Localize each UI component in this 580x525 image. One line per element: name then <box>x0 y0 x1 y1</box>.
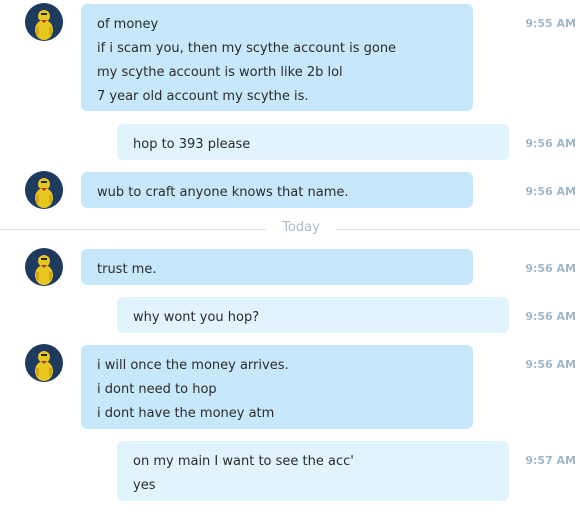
message-timestamp: 9:56 AM <box>525 262 576 275</box>
message-timestamp: 9:55 AM <box>525 17 576 30</box>
message-line: if i scam you, then my scythe account is… <box>97 41 397 56</box>
message-line: of money <box>97 17 159 32</box>
message-timestamp: 9:56 AM <box>525 358 576 371</box>
duck-avatar-icon <box>35 255 53 285</box>
message-timestamp: 9:56 AM <box>525 137 576 150</box>
message-bubble-outgoing[interactable]: on my main I want to see the acc' yes <box>117 441 509 501</box>
message-bubble-incoming[interactable]: trust me. <box>81 249 473 285</box>
message-line: wub to craft anyone knows that name. <box>97 185 349 200</box>
message-line: yes <box>133 478 156 493</box>
message-line: 7 year old account my scythe is. <box>97 89 309 104</box>
message-line: i dont have the money atm <box>97 406 275 421</box>
duck-avatar-icon <box>35 178 53 208</box>
contact-avatar[interactable] <box>25 3 63 41</box>
message-line: my scythe account is worth like 2b lol <box>97 65 343 80</box>
message-line: trust me. <box>97 262 157 277</box>
message-line: why wont you hop? <box>133 310 260 325</box>
message-line: i will once the money arrives. <box>97 358 289 373</box>
contact-avatar[interactable] <box>25 248 63 286</box>
message-bubble-outgoing[interactable]: why wont you hop? <box>117 297 509 333</box>
message-timestamp: 9:56 AM <box>525 310 576 323</box>
message-timestamp: 9:56 AM <box>525 185 576 198</box>
contact-avatar[interactable] <box>25 344 63 382</box>
message-line: on my main I want to see the acc' <box>133 454 354 469</box>
message-bubble-incoming[interactable]: wub to craft anyone knows that name. <box>81 172 473 208</box>
message-line: i dont need to hop <box>97 382 217 397</box>
message-bubble-incoming[interactable]: i will once the money arrives. i dont ne… <box>81 345 473 429</box>
message-bubble-outgoing[interactable]: hop to 393 please <box>117 124 509 160</box>
duck-avatar-icon <box>35 10 53 40</box>
date-divider-label: Today <box>266 220 336 235</box>
duck-avatar-icon <box>35 351 53 381</box>
message-line: hop to 393 please <box>133 137 251 152</box>
message-bubble-incoming[interactable]: of money if i scam you, then my scythe a… <box>81 4 473 111</box>
contact-avatar[interactable] <box>25 171 63 209</box>
message-timestamp: 9:57 AM <box>525 454 576 467</box>
